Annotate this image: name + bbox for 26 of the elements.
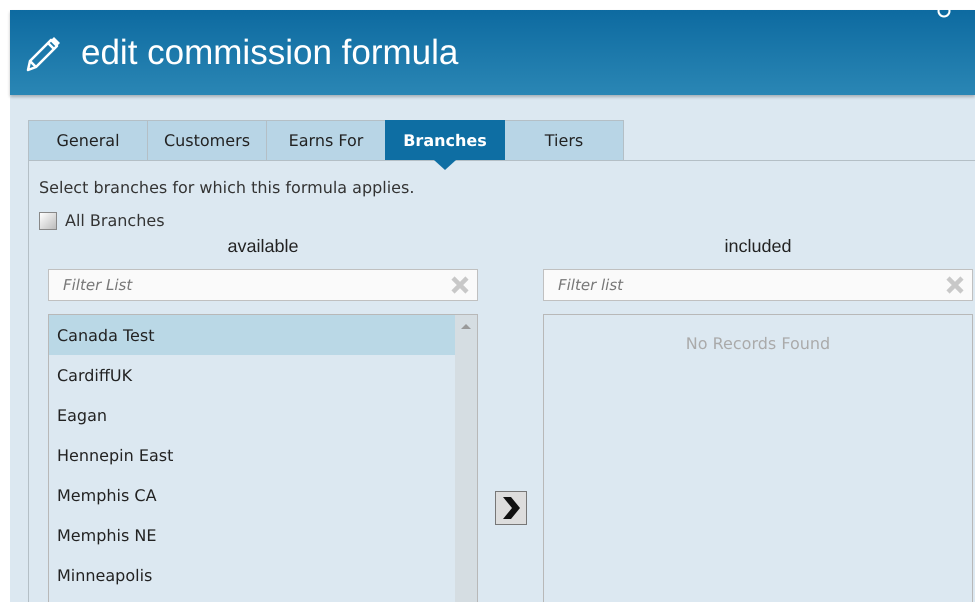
list-item[interactable]: Canada Test (49, 315, 455, 355)
empty-message: No Records Found (686, 334, 830, 355)
list-item[interactable]: CardiffUK (49, 355, 455, 395)
list-item[interactable]: Memphis NE (49, 515, 455, 555)
tab[interactable]: General (28, 120, 148, 160)
scrollbar[interactable] (455, 315, 477, 602)
clear-icon[interactable] (945, 275, 965, 295)
scroll-up-icon[interactable] (460, 323, 472, 330)
tab[interactable]: Tiers (504, 120, 624, 160)
checkbox-label: All Branches (65, 211, 165, 230)
list-item[interactable]: Eagan (49, 395, 455, 435)
tab-pointer-icon (434, 160, 456, 170)
list-item[interactable]: Hennepin East (49, 435, 455, 475)
tab[interactable]: Customers (147, 120, 267, 160)
window-title: edit commission formula (81, 32, 458, 72)
column-heading: included (723, 236, 793, 257)
filter-field[interactable]: Filter list (543, 269, 973, 301)
checkbox[interactable] (39, 212, 57, 230)
column-heading: available (226, 236, 300, 257)
description-text: Select branches for which this formula applies. (39, 178, 416, 197)
tab[interactable]: Earns For (266, 120, 386, 160)
list-item[interactable]: Memphis CA (49, 475, 455, 515)
filter-field[interactable]: Filter List (48, 269, 478, 301)
clear-icon[interactable] (450, 275, 470, 295)
move-right-button[interactable] (494, 491, 526, 525)
list-item[interactable]: Minneapolis (49, 555, 455, 595)
